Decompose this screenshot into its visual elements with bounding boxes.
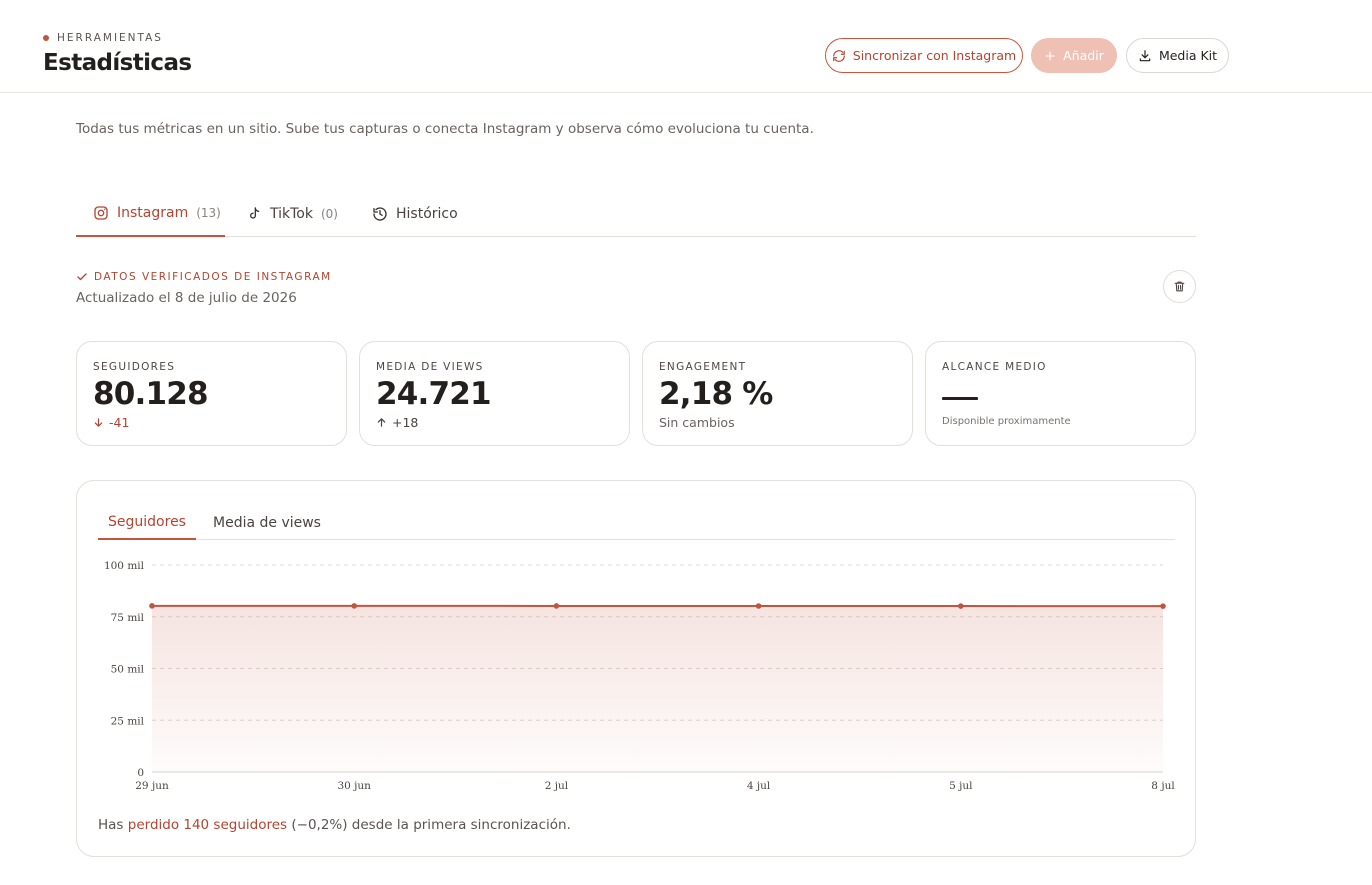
data-point bbox=[351, 603, 358, 609]
x-tick-label: 8 jul bbox=[1151, 780, 1175, 792]
top-bar: HERRAMIENTAS Estadísticas Sincronizar co… bbox=[0, 0, 1372, 93]
dot-icon bbox=[43, 35, 49, 41]
data-point bbox=[1160, 603, 1166, 609]
page-title: Estadísticas bbox=[43, 50, 192, 76]
arrow-down-icon bbox=[94, 418, 103, 427]
x-tick-label: 2 jul bbox=[545, 780, 569, 792]
eyebrow-label: HERRAMIENTAS bbox=[57, 32, 163, 44]
history-icon bbox=[373, 206, 387, 221]
metric-label: ALCANCE MEDIO bbox=[942, 361, 1047, 373]
data-point bbox=[553, 603, 560, 609]
chart-tab-seguidores[interactable]: Seguidores bbox=[98, 505, 196, 540]
metric-note: Disponible proximamente bbox=[942, 416, 1071, 427]
summary-highlight: perdido 140 seguidores bbox=[127, 817, 288, 833]
x-tick-label: 4 jul bbox=[747, 780, 771, 792]
media-kit-button[interactable]: Media Kit bbox=[1126, 38, 1229, 73]
download-icon bbox=[1139, 49, 1151, 61]
section-eyebrow: HERRAMIENTAS bbox=[43, 32, 163, 44]
plus-icon bbox=[1045, 50, 1055, 61]
metric-delta-value: -41 bbox=[109, 415, 130, 430]
tab-tiktok[interactable]: TikTok (0) bbox=[246, 190, 338, 237]
metric-delta-value: +18 bbox=[392, 415, 419, 430]
data-point bbox=[149, 603, 155, 609]
page-subtitle: Todas tus métricas en un sitio. Sube tus… bbox=[76, 121, 814, 137]
sync-instagram-button[interactable]: Sincronizar con Instagram bbox=[825, 38, 1023, 73]
x-tick-label: 30 jun bbox=[337, 780, 371, 792]
metric-card-alcance: ALCANCE MEDIO Disponible proximamente bbox=[925, 341, 1196, 446]
metric-delta-value: Sin cambios bbox=[659, 415, 735, 430]
x-tick-label: 29 jun bbox=[135, 780, 169, 792]
metric-delta: -41 bbox=[93, 415, 129, 430]
chart-summary: Has perdido 140 seguidores (−0,2%) desde… bbox=[98, 817, 571, 833]
y-tick-label: 0 bbox=[137, 767, 144, 779]
add-label: Añadir bbox=[1063, 48, 1104, 63]
tab-instagram-label: Instagram bbox=[117, 204, 189, 221]
metric-label: SEGUIDORES bbox=[93, 361, 176, 373]
metric-value-empty bbox=[942, 397, 978, 400]
tab-instagram-count: (13) bbox=[196, 205, 221, 220]
chart-tab-views[interactable]: Media de views bbox=[213, 505, 321, 540]
series-area bbox=[152, 605, 1163, 772]
add-button[interactable]: Añadir bbox=[1031, 38, 1117, 73]
platform-tabs: Instagram (13) TikTok (0) Histórico bbox=[76, 190, 1196, 237]
chart-card: 0 25 mil 50 mil 75 mil 100 mil 29 jun 30 jun 2 … bbox=[76, 480, 1196, 857]
trash-icon bbox=[1174, 281, 1185, 292]
media-kit-label: Media Kit bbox=[1158, 48, 1218, 63]
updated-date: Actualizado el 8 de julio de 2026 bbox=[76, 290, 297, 306]
metric-delta: Sin cambios bbox=[659, 415, 735, 430]
verified-label: DATOS VERIFICADOS DE INSTAGRAM bbox=[94, 271, 332, 283]
y-tick-label: 50 mil bbox=[111, 664, 145, 676]
x-tick-label: 5 jul bbox=[949, 780, 973, 792]
tab-instagram[interactable]: Instagram (13) bbox=[76, 190, 225, 237]
arrow-up-icon bbox=[377, 418, 386, 427]
data-point bbox=[958, 603, 964, 609]
metric-value: 2,18 % bbox=[659, 376, 773, 412]
tab-historico-label: Histórico bbox=[396, 205, 458, 222]
y-tick-label: 100 mil bbox=[104, 560, 145, 572]
metric-label: MEDIA DE VIEWS bbox=[376, 361, 484, 373]
y-tick-label: 25 mil bbox=[111, 715, 145, 727]
metric-value: 24.721 bbox=[376, 376, 492, 412]
verified-badge: DATOS VERIFICADOS DE INSTAGRAM bbox=[76, 271, 332, 283]
check-icon bbox=[77, 273, 87, 281]
data-point bbox=[755, 603, 762, 609]
chart-tabs: Seguidores Media de views bbox=[98, 505, 1175, 540]
summary-prefix: Has bbox=[98, 817, 128, 833]
metric-delta: +18 bbox=[376, 415, 418, 430]
tab-historico[interactable]: Histórico bbox=[372, 190, 458, 237]
y-tick-label: 75 mil bbox=[111, 612, 145, 624]
metric-card-seguidores: SEGUIDORES 80.128 -41 bbox=[76, 341, 347, 446]
delete-button[interactable] bbox=[1163, 270, 1196, 303]
refresh-icon bbox=[832, 49, 845, 62]
tiktok-icon bbox=[250, 206, 260, 219]
metric-label: ENGAGEMENT bbox=[659, 361, 747, 373]
metric-card-engagement: ENGAGEMENT 2,18 % Sin cambios bbox=[642, 341, 913, 446]
sync-label: Sincronizar con Instagram bbox=[852, 48, 1017, 63]
instagram-icon bbox=[94, 205, 108, 220]
metric-card-views: MEDIA DE VIEWS 24.721 +18 bbox=[359, 341, 630, 446]
summary-suffix: (−0,2%) desde la primera sincronización. bbox=[287, 817, 571, 833]
tab-tiktok-label: TikTok bbox=[270, 205, 313, 222]
metric-value: 80.128 bbox=[93, 376, 209, 412]
tab-tiktok-count: (0) bbox=[320, 206, 338, 221]
